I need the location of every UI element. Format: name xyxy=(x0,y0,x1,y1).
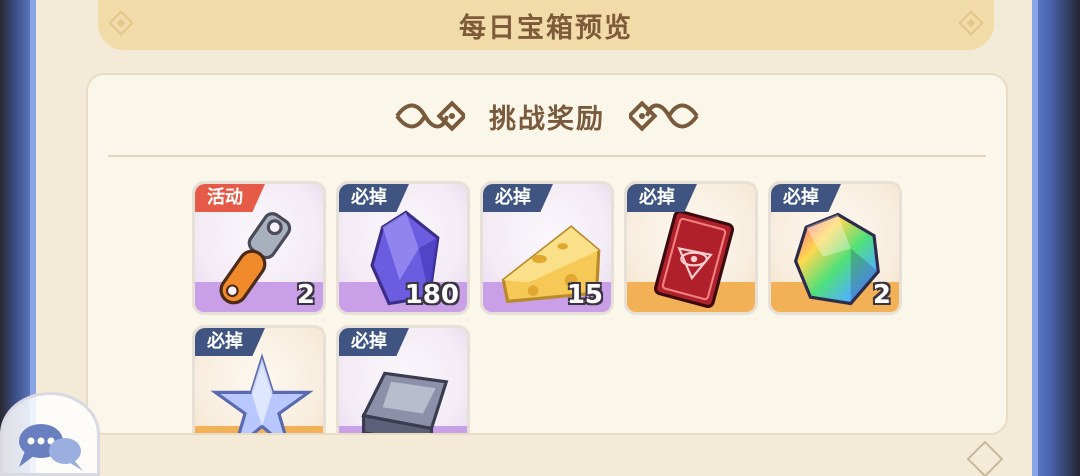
reward-slot-cheese[interactable]: 必掉 15 xyxy=(480,181,614,315)
diamond-ornament-icon xyxy=(958,10,984,36)
corner-ornament-icon xyxy=(966,440,1004,476)
item-quantity: 2 xyxy=(296,280,315,310)
section-title: 挑战奖励 xyxy=(489,103,605,135)
item-quantity: 180 xyxy=(404,280,459,310)
reward-grid: 活动 2 必掉 180 必掉 15 必掉 必掉 2 必掉 必掉 xyxy=(192,181,912,433)
reward-slot-purple-crystal[interactable]: 必掉 180 xyxy=(336,181,470,315)
right-ornament-icon xyxy=(629,100,699,132)
page-title: 每日宝箱预览 xyxy=(459,12,633,44)
section-header: 挑战奖励 xyxy=(88,93,1006,139)
reward-slot-bottle-opener[interactable]: 活动 2 xyxy=(192,181,326,315)
left-ornament-icon xyxy=(395,100,465,132)
divider xyxy=(108,155,986,157)
metal-ingot-icon xyxy=(361,371,449,433)
star-crystal-icon xyxy=(210,353,314,433)
eye-card-icon xyxy=(653,209,735,309)
chat-bubble-icon xyxy=(19,424,83,471)
reward-slot-rainbow-gem[interactable]: 必掉 2 xyxy=(768,181,902,315)
item-quantity: 2 xyxy=(872,280,891,310)
reward-slot-metal-ingot[interactable]: 必掉 xyxy=(336,325,470,433)
diamond-ornament-icon xyxy=(108,10,134,36)
reward-slot-star-crystal[interactable]: 必掉 xyxy=(192,325,326,433)
chat-button[interactable] xyxy=(0,392,100,476)
reward-slot-eye-card[interactable]: 必掉 xyxy=(624,181,758,315)
chest-preview-panel: 每日宝箱预览 挑战奖励 活动 2 必掉 180 必掉 15 必掉 必掉 2 必掉… xyxy=(30,0,1038,476)
title-bar: 每日宝箱预览 xyxy=(98,0,994,50)
item-quantity: 15 xyxy=(566,280,603,310)
rewards-card: 挑战奖励 活动 2 必掉 180 必掉 15 必掉 必掉 2 必掉 必掉 xyxy=(86,73,1008,435)
